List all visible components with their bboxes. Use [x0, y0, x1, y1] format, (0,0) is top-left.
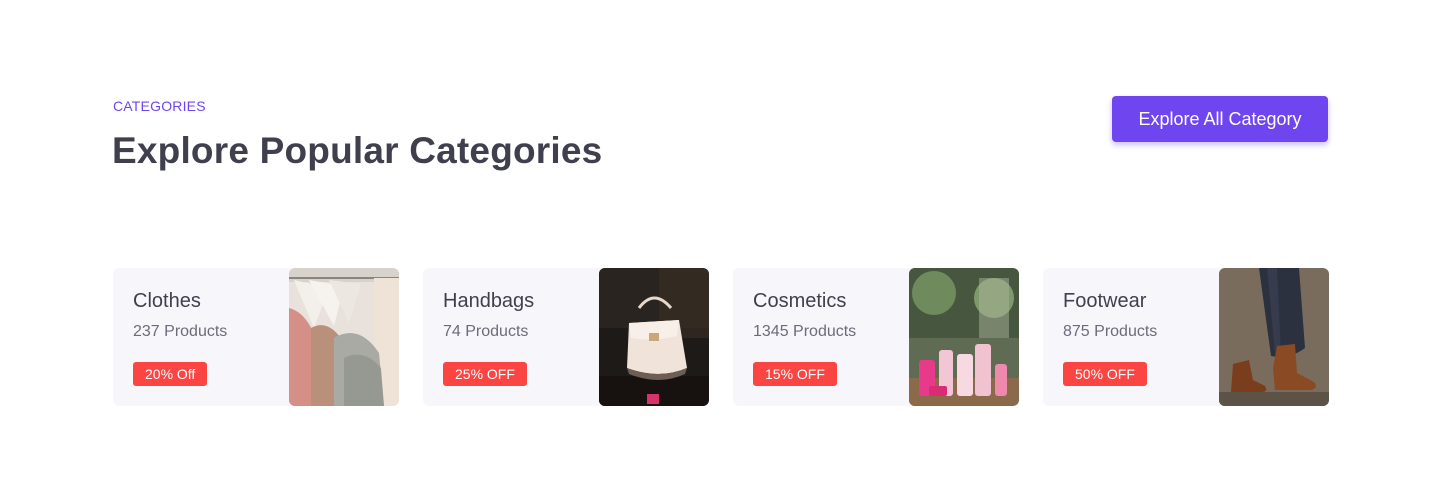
category-product-count: 237 Products	[133, 323, 228, 340]
category-product-count: 74 Products	[443, 323, 529, 340]
discount-badge: 15% OFF	[753, 362, 837, 386]
category-product-count: 875 Products	[1063, 323, 1158, 340]
white-handbag-image	[599, 268, 709, 406]
cosmetics-bottles-image	[909, 268, 1019, 406]
category-product-count: 1345 Products	[753, 323, 857, 340]
discount-badge: 50% OFF	[1063, 362, 1147, 386]
categories-section: CATEGORIES Explore Popular Categories Ex…	[0, 0, 1441, 502]
section-title: Explore Popular Categories	[112, 130, 603, 171]
category-card-clothes[interactable]: Clothes 237 Products 20% Off	[113, 268, 399, 406]
category-name: Footwear	[1063, 290, 1147, 312]
section-eyebrow: CATEGORIES	[113, 98, 206, 114]
explore-all-category-button[interactable]: Explore All Category	[1112, 96, 1328, 142]
category-card-cosmetics[interactable]: Cosmetics 1345 Products 15% OFF	[733, 268, 1019, 406]
discount-badge: 25% OFF	[443, 362, 527, 386]
category-name: Clothes	[133, 290, 201, 312]
category-name: Cosmetics	[753, 290, 847, 312]
category-card-footwear[interactable]: Footwear 875 Products 50% OFF	[1043, 268, 1329, 406]
category-name: Handbags	[443, 290, 535, 312]
category-card-handbags[interactable]: Handbags 74 Products 25% OFF	[423, 268, 709, 406]
clothes-rack-image	[289, 268, 399, 406]
leather-boots-image	[1219, 268, 1329, 406]
discount-badge: 20% Off	[133, 362, 208, 386]
